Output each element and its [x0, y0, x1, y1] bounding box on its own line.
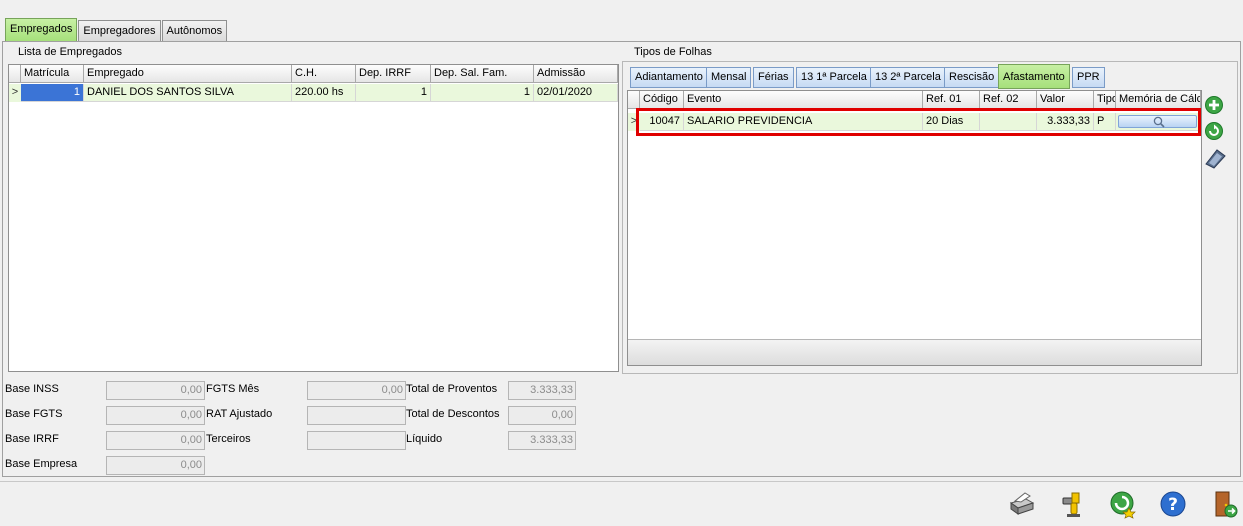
tab-afastamento[interactable]: Afastamento — [998, 64, 1070, 89]
base-fgts-field: 0,00 — [106, 406, 205, 425]
liquido-field: 3.333,33 — [508, 431, 576, 450]
row-indicator-icon: > — [11, 86, 19, 98]
top-tabs: Empregados Empregadores Autônomos — [5, 18, 228, 41]
total-proventos-label: Total de Proventos — [406, 383, 498, 395]
base-fgts-label: Base FGTS — [5, 408, 63, 420]
fgts-mes-label: FGTS Mês — [206, 383, 260, 395]
tab-ppr[interactable]: PPR — [1072, 67, 1105, 88]
total-descontos-field: 0,00 — [508, 406, 576, 425]
col-valor[interactable]: Valor — [1037, 91, 1094, 109]
calculator-icon[interactable] — [1203, 146, 1227, 170]
tab-empregados[interactable]: Empregados — [5, 18, 78, 41]
col-codigo[interactable]: Código — [640, 91, 684, 109]
help-icon[interactable]: ? — [1158, 489, 1188, 519]
printer-icon[interactable] — [1006, 489, 1036, 519]
col-dep-irrf[interactable]: Dep. IRRF — [356, 65, 431, 83]
total-descontos-label: Total de Descontos — [406, 408, 500, 420]
tab-13-2a-parcela[interactable]: 13 2ª Parcela — [870, 67, 946, 88]
cell-admissao[interactable]: 02/01/2020 — [534, 84, 618, 102]
tab-adiantamento[interactable]: Adiantamento — [630, 67, 708, 88]
cell-matricula[interactable]: 1 — [21, 84, 84, 102]
add-icon[interactable] — [1204, 95, 1224, 115]
tab-13-1a-parcela[interactable]: 13 1ª Parcela — [796, 67, 872, 88]
grid-corner — [628, 91, 640, 109]
col-memoria[interactable]: Memória de Cálc — [1116, 91, 1201, 109]
rat-ajustado-label: RAT Ajustado — [206, 408, 273, 420]
liquido-label: Líquido — [406, 433, 443, 445]
base-empresa-label: Base Empresa — [5, 458, 78, 470]
base-irrf-label: Base IRRF — [5, 433, 59, 445]
table-row[interactable]: > 1 DANIEL DOS SANTOS SILVA 220.00 hs 1 … — [9, 84, 618, 102]
tab-autonomos[interactable]: Autônomos — [161, 20, 228, 41]
col-ch[interactable]: C.H. — [292, 65, 356, 83]
col-empregado[interactable]: Empregado — [84, 65, 292, 83]
tab-mensal[interactable]: Mensal — [706, 67, 752, 88]
employees-group-title: Lista de Empregados — [18, 46, 122, 58]
col-evento[interactable]: Evento — [684, 91, 923, 109]
terceiros-label: Terceiros — [206, 433, 251, 445]
base-irrf-field: 0,00 — [106, 431, 205, 450]
tab-ferias[interactable]: Férias — [753, 67, 794, 88]
favorite-refresh-icon[interactable] — [1108, 489, 1138, 519]
exit-door-icon[interactable] — [1209, 489, 1239, 519]
base-inss-label: Base INSS — [5, 383, 59, 395]
cell-ch[interactable]: 220.00 hs — [292, 84, 356, 102]
bottom-toolbar — [0, 481, 1243, 526]
grid-footer — [628, 339, 1201, 365]
col-ref02[interactable]: Ref. 02 — [980, 91, 1037, 109]
tools-icon[interactable] — [1058, 489, 1088, 519]
col-tipo[interactable]: Tipo — [1094, 91, 1116, 109]
svg-text:?: ? — [1168, 495, 1178, 515]
refresh-icon[interactable] — [1204, 121, 1224, 141]
col-matricula[interactable]: Matrícula — [21, 65, 84, 83]
col-ref01[interactable]: Ref. 01 — [923, 91, 980, 109]
employees-grid[interactable]: Matrícula Empregado C.H. Dep. IRRF Dep. … — [8, 64, 619, 372]
tab-empregadores[interactable]: Empregadores — [78, 20, 161, 41]
payroll-group-title: Tipos de Folhas — [634, 46, 712, 58]
total-proventos-field: 3.333,33 — [508, 381, 576, 400]
cell-empregado[interactable]: DANIEL DOS SANTOS SILVA — [84, 84, 292, 102]
terceiros-field — [307, 431, 406, 450]
base-inss-field: 0,00 — [106, 381, 205, 400]
base-empresa-field: 0,00 — [106, 456, 205, 475]
tab-rescisao[interactable]: Rescisão — [944, 67, 1000, 88]
fgts-mes-field: 0,00 — [307, 381, 406, 400]
highlight-box — [636, 108, 1201, 136]
rat-ajustado-field — [307, 406, 406, 425]
grid-corner — [9, 65, 21, 83]
cell-dep-irrf[interactable]: 1 — [356, 84, 431, 102]
col-admissao[interactable]: Admissão — [534, 65, 618, 83]
col-dep-sal-fam[interactable]: Dep. Sal. Fam. — [431, 65, 534, 83]
cell-dep-sal-fam[interactable]: 1 — [431, 84, 534, 102]
